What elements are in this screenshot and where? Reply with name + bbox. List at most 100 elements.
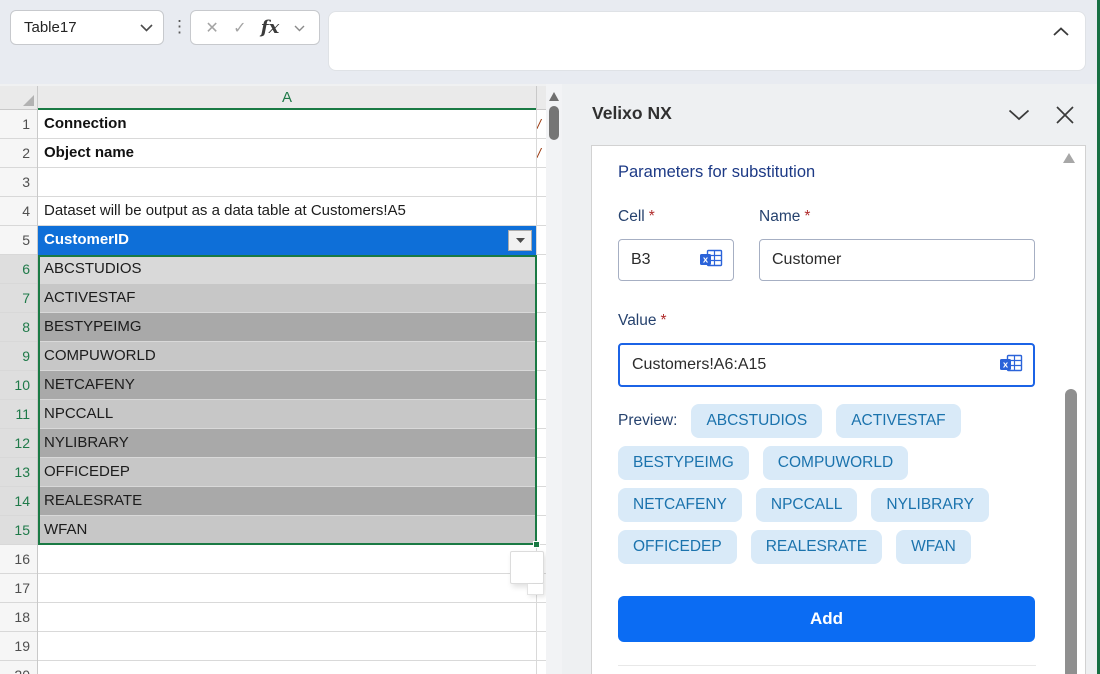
cell-A13[interactable]: OFFICEDEP	[38, 458, 536, 487]
formula-bar-input[interactable]	[328, 11, 1086, 71]
cell-A5[interactable]: CustomerID	[38, 226, 536, 255]
overflow-dots-icon[interactable]: ⋮	[171, 17, 188, 37]
row-header-7[interactable]: 7	[0, 284, 37, 313]
select-all-corner[interactable]	[0, 86, 38, 110]
cell-A3[interactable]	[38, 168, 536, 197]
row-header-12[interactable]: 12	[0, 429, 37, 458]
cell-A9[interactable]: COMPUWORLD	[38, 342, 536, 371]
excel-range-picker-icon[interactable]: x	[1000, 354, 1023, 377]
row-header-16[interactable]: 16	[0, 545, 37, 574]
row-header-9[interactable]: 9	[0, 342, 37, 371]
cell-A1[interactable]: Connection	[38, 110, 536, 139]
cell-input-value: B3	[631, 251, 700, 269]
cell-A14[interactable]: REALESRATE	[38, 487, 536, 516]
cell-B15-sliver[interactable]	[537, 516, 546, 545]
row-header-18[interactable]: 18	[0, 603, 37, 632]
cell-A17[interactable]	[38, 574, 536, 603]
row-header-3[interactable]: 3	[0, 168, 37, 197]
cell-A2[interactable]: Object name	[38, 139, 536, 168]
cell-A16[interactable]	[38, 545, 536, 574]
cell-B6-sliver[interactable]	[537, 255, 546, 284]
column-header-b-sliver[interactable]	[536, 86, 546, 110]
preview-chip: WFAN	[896, 530, 971, 564]
formula-actions: ✕ ✓ fx	[190, 10, 320, 45]
confirm-icon[interactable]: ✓	[233, 18, 246, 38]
preview-section: Preview: ABCSTUDIOSACTIVESTAFBESTYPEIMGC…	[618, 404, 1040, 564]
preview-chip: BESTYPEIMG	[618, 446, 749, 480]
divider	[618, 665, 1036, 666]
column-a-cells: ConnectionObject name Dataset will be out…	[38, 110, 536, 674]
floating-button[interactable]	[510, 551, 544, 584]
cell-B12-sliver[interactable]	[537, 429, 546, 458]
cell-B18-sliver[interactable]	[537, 603, 546, 632]
row-header-14[interactable]: 14	[0, 487, 37, 516]
cell-input[interactable]: B3 x	[618, 239, 734, 281]
pane-close-icon[interactable]	[1055, 105, 1075, 130]
grid-scrollbar-thumb[interactable]	[549, 106, 559, 140]
row-header-10[interactable]: 10	[0, 371, 37, 400]
row-header-11[interactable]: 11	[0, 400, 37, 429]
preview-chip: NYLIBRARY	[871, 488, 989, 522]
pane-chevron-down-icon[interactable]	[1008, 108, 1030, 126]
collapse-formula-bar-icon[interactable]	[1053, 23, 1069, 41]
cell-A7[interactable]: ACTIVESTAF	[38, 284, 536, 313]
excel-range-picker-icon[interactable]: x	[700, 249, 723, 272]
row-header-2[interactable]: 2	[0, 139, 37, 168]
cell-B10-sliver[interactable]	[537, 371, 546, 400]
cell-A10[interactable]: NETCAFENY	[38, 371, 536, 400]
name-input[interactable]: Customer	[759, 239, 1035, 281]
row-header-17[interactable]: 17	[0, 574, 37, 603]
row-header-19[interactable]: 19	[0, 632, 37, 661]
cell-B13-sliver[interactable]	[537, 458, 546, 487]
cell-A19[interactable]	[38, 632, 536, 661]
cell-B9-sliver[interactable]	[537, 342, 546, 371]
pane-scroll-up-icon[interactable]	[1063, 153, 1075, 163]
cell-A12[interactable]: NYLIBRARY	[38, 429, 536, 458]
cell-B4-sliver[interactable]	[537, 197, 546, 226]
scroll-up-icon[interactable]	[549, 92, 559, 101]
filter-dropdown-icon[interactable]	[508, 230, 532, 251]
fx-chevron-down-icon[interactable]	[294, 19, 305, 37]
row-header-5[interactable]: 5	[0, 226, 37, 255]
add-button[interactable]: Add	[618, 596, 1035, 642]
column-header-a[interactable]: A	[38, 86, 536, 110]
cell-B8-sliver[interactable]	[537, 313, 546, 342]
row-header-13[interactable]: 13	[0, 458, 37, 487]
preview-chip: REALESRATE	[751, 530, 882, 564]
cell-B5-sliver[interactable]	[537, 226, 546, 255]
name-box[interactable]: Table17	[10, 10, 164, 45]
row-header-20[interactable]: 20	[0, 661, 37, 674]
row-header-6[interactable]: 6	[0, 255, 37, 284]
row-header-1[interactable]: 1	[0, 110, 37, 139]
cell-B2-sliver[interactable]: /	[537, 139, 546, 168]
cell-B7-sliver[interactable]	[537, 284, 546, 313]
row-header-15[interactable]: 15	[0, 516, 37, 545]
preview-chip: NPCCALL	[756, 488, 858, 522]
cell-A4[interactable]: Dataset will be output as a data table a…	[38, 197, 536, 226]
insert-function-icon[interactable]: fx	[261, 17, 279, 38]
row-header-8[interactable]: 8	[0, 313, 37, 342]
cell-B20-sliver[interactable]	[537, 661, 546, 674]
cell-B3-sliver[interactable]	[537, 168, 546, 197]
chevron-down-icon[interactable]	[140, 19, 153, 37]
svg-text:x: x	[703, 254, 709, 265]
cell-B14-sliver[interactable]	[537, 487, 546, 516]
cell-A18[interactable]	[38, 603, 536, 632]
cell-A15[interactable]: WFAN	[38, 516, 536, 545]
preview-chip: ABCSTUDIOS	[691, 404, 822, 438]
row-header-4[interactable]: 4	[0, 197, 37, 226]
cancel-icon[interactable]: ✕	[205, 18, 218, 38]
cell-B19-sliver[interactable]	[537, 632, 546, 661]
cell-A20[interactable]	[38, 661, 536, 674]
grid-vertical-scrollbar[interactable]	[546, 84, 562, 674]
cell-A8[interactable]: BESTYPEIMG	[38, 313, 536, 342]
velixo-task-pane: Velixo NX Parameters for substitution Ce…	[562, 84, 1100, 674]
pane-scrollbar-thumb[interactable]	[1065, 389, 1077, 674]
preview-chip: ACTIVESTAF	[836, 404, 960, 438]
cell-B11-sliver[interactable]	[537, 400, 546, 429]
value-input[interactable]: Customers!A6:A15 x	[618, 343, 1035, 387]
cell-A11[interactable]: NPCCALL	[38, 400, 536, 429]
parameters-card: Parameters for substitution Cell* Name* …	[591, 145, 1086, 674]
cell-B1-sliver[interactable]: /	[537, 110, 546, 139]
cell-A6[interactable]: ABCSTUDIOS	[38, 255, 536, 284]
